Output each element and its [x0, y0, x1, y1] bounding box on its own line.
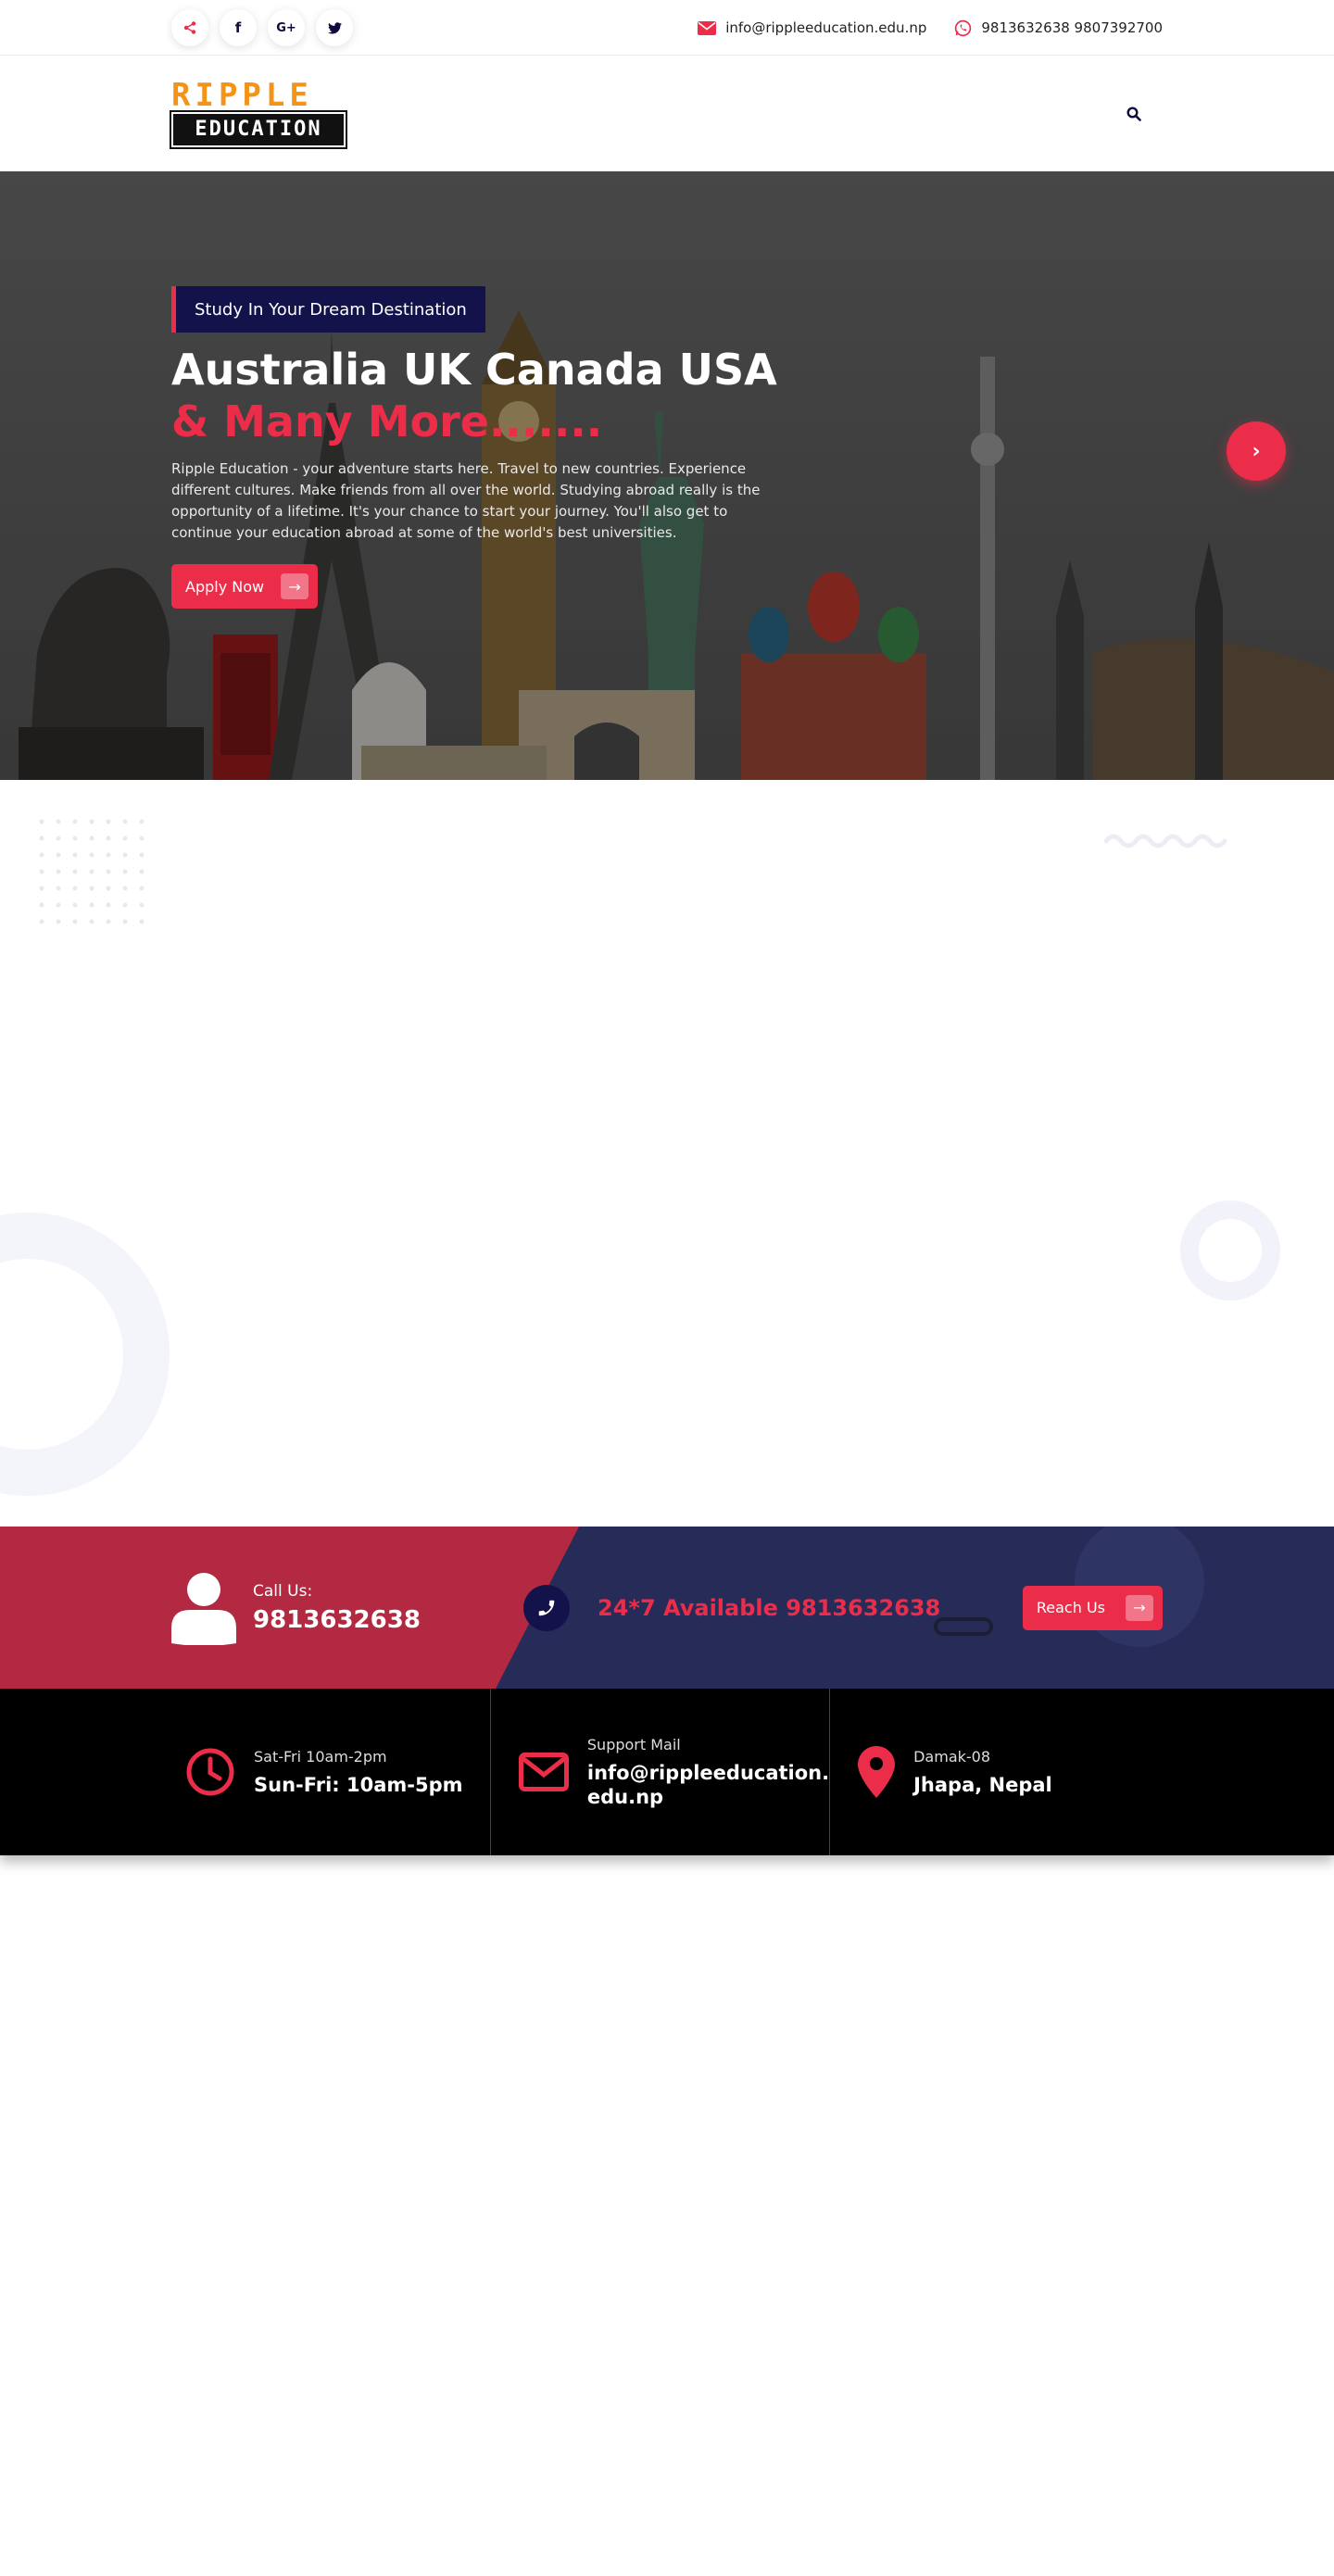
envelope-icon: [518, 1753, 569, 1791]
top-bar: f G+ info@rippleeducation.edu.np 9813632…: [0, 0, 1334, 56]
apply-now-button[interactable]: Apply Now →: [171, 564, 319, 609]
call-us-label: Call Us:: [253, 1581, 313, 1601]
hero-slider: Study In Your Dream Destination Australi…: [0, 171, 1334, 780]
opening-hours: Sat-Fri 10am-2pm Sun-Fri: 10am-5pm: [171, 1689, 490, 1855]
clock-icon: [186, 1748, 234, 1796]
availability-block: 24*7 Available 9813632638: [523, 1584, 1023, 1631]
top-phone[interactable]: 9813632638 9807392700: [954, 19, 1163, 37]
site-header: RIPPLE EDUCATION: [0, 56, 1334, 171]
call-us-number[interactable]: 9813632638: [253, 1606, 421, 1634]
top-email-text: info@rippleeducation.edu.np: [725, 19, 927, 36]
facebook-icon[interactable]: f: [220, 9, 257, 46]
logo-ripple-text: RIPPLE: [171, 76, 313, 114]
share-icon[interactable]: [171, 9, 208, 46]
call-us-block: Call Us: 9813632638: [171, 1571, 523, 1645]
support-mail-address[interactable]: info@rippleeducation. edu.np: [587, 1761, 829, 1809]
logo-education-text: EDUCATION: [170, 109, 347, 149]
site-logo[interactable]: RIPPLE EDUCATION: [170, 76, 347, 149]
google-plus-icon[interactable]: G+: [268, 9, 305, 46]
location: Damak-08 Jhapa, Nepal: [829, 1689, 1163, 1855]
ring-decoration-large: [0, 1213, 170, 1496]
availability-text: 24*7 Available 9813632638: [598, 1594, 941, 1621]
wave-decoration: [1104, 834, 1227, 848]
contact-info-strip: Sat-Fri 10am-2pm Sun-Fri: 10am-5pm Suppo…: [0, 1689, 1334, 1855]
support-mail: Support Mail info@rippleeducation. edu.n…: [489, 1689, 829, 1855]
whatsapp-icon: [955, 19, 972, 36]
hero-title: Australia UK Canada USA: [171, 345, 777, 395]
dots-decoration: [39, 819, 145, 924]
hero-description: Ripple Education - your adventure starts…: [171, 460, 761, 541]
call-to-action-band: Call Us: 9813632638 24*7 Available 98136…: [0, 1527, 1334, 1689]
arrow-right-icon: →: [281, 573, 309, 599]
top-phone-text: 9813632638 9807392700: [981, 19, 1163, 36]
social-links: f G+: [171, 9, 353, 46]
support-mail-label: Support Mail: [586, 1735, 681, 1753]
slider-next-button[interactable]: ›: [1227, 421, 1286, 481]
hours-weekday: Sat-Fri 10am-2pm: [254, 1747, 387, 1766]
reach-us-label: Reach Us: [1036, 1599, 1105, 1616]
phone-icon: [523, 1584, 570, 1631]
chevron-right-icon: ›: [1252, 439, 1261, 463]
user-icon: [171, 1572, 236, 1645]
apply-now-label: Apply Now: [185, 577, 265, 596]
top-email[interactable]: info@rippleeducation.edu.np: [698, 19, 926, 36]
reach-us-button[interactable]: Reach Us →: [1022, 1585, 1163, 1630]
arrow-right-icon: →: [1126, 1594, 1153, 1621]
ring-decoration-small: [1180, 1200, 1280, 1301]
hours-main: Sun-Fri: 10am-5pm: [254, 1773, 463, 1796]
search-icon[interactable]: [1124, 104, 1144, 124]
hero-badge: Study In Your Dream Destination: [171, 286, 485, 333]
twitter-icon[interactable]: [316, 9, 353, 46]
top-contact: info@rippleeducation.edu.np 9813632638 9…: [698, 19, 1163, 37]
map-pin-icon: [858, 1746, 896, 1798]
envelope-icon: [698, 20, 717, 35]
location-area: Damak-08: [913, 1747, 991, 1766]
location-city: Jhapa, Nepal: [913, 1773, 1052, 1796]
hero-title-highlight: & Many More.......: [171, 396, 603, 446]
content-section: [0, 780, 1334, 1527]
